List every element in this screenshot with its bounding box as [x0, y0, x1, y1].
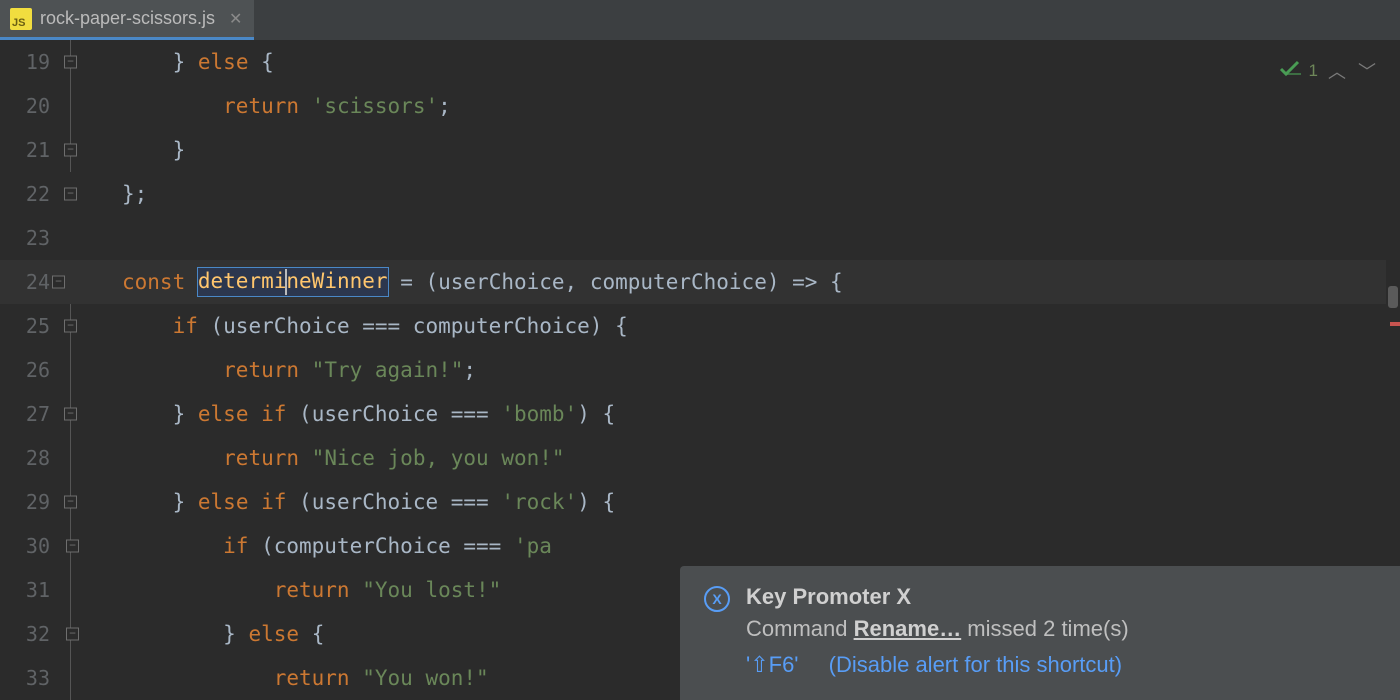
tab-bar: JS rock-paper-scissors.js ✕	[0, 0, 1400, 40]
code-line[interactable]: 19 − } else {	[0, 40, 1400, 84]
keyword: return	[223, 94, 299, 118]
string: "You lost!"	[362, 578, 501, 602]
keyword: return	[274, 578, 350, 602]
keyword: else	[248, 622, 299, 646]
tab-filename: rock-paper-scissors.js	[40, 8, 215, 29]
js-file-icon: JS	[10, 8, 32, 30]
plugin-icon: X	[704, 586, 730, 612]
code-text: (userChoice ===	[286, 402, 501, 426]
line-number: 25	[0, 314, 62, 338]
check-icon	[1279, 60, 1301, 83]
line-number: 33	[0, 666, 62, 690]
string: "You won!"	[362, 666, 488, 690]
keyword: return	[223, 358, 299, 382]
file-tab[interactable]: JS rock-paper-scissors.js ✕	[0, 0, 254, 40]
fold-marker-icon[interactable]: −	[64, 56, 77, 69]
line-number: 32	[0, 622, 62, 646]
code-text: ) {	[577, 402, 615, 426]
fold-marker-icon[interactable]: −	[66, 540, 79, 553]
fold-marker-icon[interactable]: −	[64, 188, 77, 201]
code-text: (computerChoice ===	[248, 534, 514, 558]
keyword: return	[274, 666, 350, 690]
line-number: 22	[0, 182, 62, 206]
keyword: const	[122, 270, 185, 294]
code-line[interactable]: 29 − } else if (userChoice === 'rock') {	[0, 480, 1400, 524]
next-highlight-icon[interactable]: ﹀	[1356, 58, 1378, 84]
notification-popup: X Key Promoter X Command Rename… missed …	[680, 566, 1400, 700]
code-line[interactable]: 20 return 'scissors';	[0, 84, 1400, 128]
shortcut-hint: '⇧F6'	[746, 652, 799, 677]
fold-marker-icon[interactable]: −	[64, 408, 77, 421]
keyword: else if	[198, 490, 287, 514]
code-line[interactable]: 21 − }	[0, 128, 1400, 172]
fold-marker-icon[interactable]: −	[64, 496, 77, 509]
code-text: = (userChoice, computerChoice) => {	[388, 270, 843, 294]
keyword: else if	[198, 402, 287, 426]
code-line[interactable]: 26 return "Try again!";	[0, 348, 1400, 392]
string: "Nice job, you won!"	[312, 446, 565, 470]
brace: };	[122, 182, 147, 206]
inspection-widget[interactable]: 1 ︿ ﹀	[1279, 58, 1378, 84]
brace: {	[312, 622, 325, 646]
fold-marker-icon[interactable]: −	[66, 628, 79, 641]
fold-marker-icon[interactable]: −	[52, 276, 65, 289]
svg-text:X: X	[712, 591, 722, 607]
string: "Try again!"	[312, 358, 464, 382]
line-number: 19	[0, 50, 62, 74]
fold-marker-icon[interactable]: −	[64, 320, 77, 333]
string: 'pa	[514, 534, 552, 558]
close-tab-icon[interactable]: ✕	[223, 9, 242, 29]
punct: ;	[438, 94, 451, 118]
code-line[interactable]: 22 − };	[0, 172, 1400, 216]
line-number: 29	[0, 490, 62, 514]
line-number: 20	[0, 94, 62, 118]
code-line-current[interactable]: 24 − const determineWinner = (userChoice…	[0, 260, 1400, 304]
rename-selection[interactable]: determineWinner	[197, 267, 389, 297]
code-line[interactable]: 28 return "Nice job, you won!"	[0, 436, 1400, 480]
line-number: 30	[0, 534, 62, 558]
keyword: else	[198, 50, 249, 74]
keyword: return	[223, 446, 299, 470]
identifier: determi	[198, 269, 287, 293]
notif-text-suffix: missed 2 time(s)	[961, 616, 1128, 641]
line-number: 28	[0, 446, 62, 470]
string: 'bomb'	[501, 402, 577, 426]
brace: }	[173, 138, 186, 162]
string: 'rock'	[501, 490, 577, 514]
code-text: (userChoice === computerChoice) {	[198, 314, 628, 338]
punct: ;	[463, 358, 476, 382]
brace: }	[223, 622, 236, 646]
scrollbar-thumb[interactable]	[1388, 286, 1398, 308]
notification-text: Command Rename… missed 2 time(s)	[746, 616, 1376, 642]
brace: }	[173, 50, 186, 74]
identifier: neWinner	[286, 269, 387, 293]
code-text: (userChoice ===	[286, 490, 501, 514]
disable-alert-link[interactable]: (Disable alert for this shortcut)	[829, 652, 1122, 677]
notif-command-link[interactable]: Rename…	[854, 616, 962, 641]
code-line[interactable]: 23	[0, 216, 1400, 260]
error-marker[interactable]	[1390, 322, 1400, 326]
fold-marker-icon[interactable]: −	[64, 144, 77, 157]
brace: {	[261, 50, 274, 74]
line-number: 26	[0, 358, 62, 382]
keyword: if	[173, 314, 198, 338]
notification-title: Key Promoter X	[746, 584, 1376, 610]
code-text: ) {	[577, 490, 615, 514]
line-number: 23	[0, 226, 62, 250]
brace: }	[173, 490, 186, 514]
prev-highlight-icon[interactable]: ︿	[1326, 58, 1348, 84]
code-line[interactable]: 30 − if (computerChoice === 'pa	[0, 524, 1400, 568]
brace: }	[173, 402, 186, 426]
code-line[interactable]: 25 − if (userChoice === computerChoice) …	[0, 304, 1400, 348]
code-line[interactable]: 27 − } else if (userChoice === 'bomb') {	[0, 392, 1400, 436]
inspection-count: 1	[1309, 61, 1318, 81]
line-number: 21	[0, 138, 62, 162]
keyword: if	[223, 534, 248, 558]
line-number: 31	[0, 578, 62, 602]
string: 'scissors'	[312, 94, 438, 118]
line-number: 27	[0, 402, 62, 426]
notif-text-prefix: Command	[746, 616, 854, 641]
